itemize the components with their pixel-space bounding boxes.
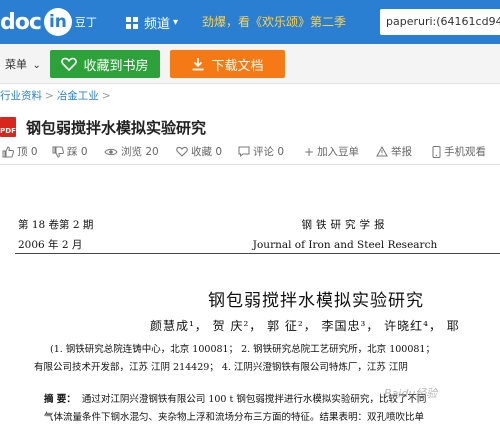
thumbs-up-count: 顶 0: [17, 146, 38, 158]
menu-button[interactable]: 菜单 ⌄: [5, 56, 41, 72]
add-to-library-button[interactable]: 收藏到书房: [50, 50, 160, 78]
breadcrumb: 行业资料 > 冶金工业 >: [0, 88, 114, 103]
menu-label: 菜单: [5, 58, 27, 71]
breadcrumb-separator: >: [101, 90, 111, 102]
logo-doc-text: doc: [0, 9, 42, 35]
top-nav-bar: doc in 豆丁 频道 ▾ 劲爆，看《欢乐颂》第二季 paperuri:(64…: [0, 0, 500, 44]
report-label: 举报: [391, 146, 412, 158]
download-button[interactable]: 下载文档: [170, 50, 285, 78]
collect-count: 收藏 0: [191, 146, 223, 158]
channels-label: 频道: [144, 17, 171, 32]
warning-icon: [376, 146, 388, 157]
logo-cn-text: 豆丁: [74, 16, 97, 29]
logo-in-badge: in: [43, 8, 72, 36]
journal-name-cn: 钢铁研究学报: [301, 219, 389, 231]
pdf-icon: PDF: [0, 117, 16, 137]
journal-name: 钢铁研究学报 Journal of Iron and Steel Researc…: [250, 215, 440, 255]
watermark: Baidu经验: [384, 387, 438, 400]
action-bar: 菜单 ⌄ 收藏到书房 下载文档: [0, 44, 500, 84]
promo-link[interactable]: 劲爆，看《欢乐颂》第二季: [202, 13, 346, 30]
chevron-down-icon: ⌄: [32, 60, 41, 71]
breadcrumb-industry[interactable]: 行业资料: [0, 90, 42, 102]
heart-icon: [176, 146, 188, 157]
mobile-view-action[interactable]: 手机观看: [432, 144, 486, 159]
document-title: 钢包弱搅拌水模拟实验研究: [26, 118, 207, 137]
journal-issue-info: 第 18 卷第 2 期 2006 年 2 月: [18, 215, 93, 255]
abstract-line: 摘 要： 通过对江阴兴澄钢铁有限公司 100 t 钢包弱搅拌进行水模拟实验研究，比…: [44, 391, 426, 405]
thumbs-up-action[interactable]: 顶 0: [2, 144, 38, 159]
download-label: 下载文档: [211, 58, 264, 74]
affiliation-line: (1. 钢铁研究总院连铸中心，北京 100081； 2. 钢铁研究总院工艺研究所…: [50, 344, 435, 355]
paper-authors: 颜慧成¹， 贺 庆²， 郭 征²， 李国忠³， 许晓红⁴， 耶: [150, 319, 460, 333]
abstract-text: 通过对江阴兴澄钢铁有限公司 100 t 钢包弱搅拌进行水模拟实验研究，比较了不同: [81, 394, 427, 405]
thumbs-down-count: 踩 0: [67, 146, 88, 158]
site-logo[interactable]: doc in 豆丁: [0, 6, 97, 38]
download-icon: [192, 58, 204, 71]
breadcrumb-metallurgy[interactable]: 冶金工业: [57, 90, 99, 102]
collect-action[interactable]: 收藏 0: [176, 144, 222, 159]
mobile-phone-icon: [432, 145, 441, 158]
views-stat: 浏览 20: [104, 144, 159, 159]
affiliation-line: 有限公司技术开发部，江苏 江阴 214429； 4. 江阴兴澄钢铁有限公司特炼厂…: [34, 362, 408, 373]
journal-name-en: Journal of Iron and Steel Research: [252, 239, 438, 251]
header-rule: [15, 253, 500, 254]
report-action[interactable]: 举报: [376, 144, 412, 159]
abstract-line: 气体流量条件下钢水混匀、夹杂物上浮和流场分布三方面的特征。结果表明：双孔喷吹比单: [44, 412, 425, 423]
journal-volume: 第 18 卷第 2 期: [18, 219, 94, 231]
thumbs-down-icon: [52, 146, 64, 158]
search-input[interactable]: paperuri:(64161cd94d1f7: [380, 9, 500, 35]
journal-date: 2006 年 2 月: [18, 239, 83, 251]
views-count: 浏览 20: [121, 146, 159, 158]
abstract-label: 摘 要：: [44, 394, 76, 405]
add-to-list-action[interactable]: + 加入豆单: [304, 144, 359, 159]
comment-action[interactable]: 评论 0: [238, 144, 284, 159]
grid-icon: [126, 16, 138, 29]
heart-icon: [61, 57, 78, 71]
thumbs-up-icon: [2, 145, 14, 157]
chevron-down-icon: ▾: [173, 17, 179, 28]
paper-title: 钢包弱搅拌水模拟实验研究: [208, 291, 424, 311]
breadcrumb-separator: >: [45, 90, 54, 102]
document-title-row: PDF 钢包弱搅拌水模拟实验研究: [0, 116, 206, 138]
mobile-view-label: 手机观看: [444, 146, 486, 158]
eye-icon: [104, 148, 118, 155]
add-to-list-label: 加入豆单: [317, 146, 360, 158]
plus-icon: +: [304, 144, 315, 159]
document-preview: 第 18 卷第 2 期 2006 年 2 月 钢铁研究学报 Journal of…: [0, 165, 500, 428]
document-stats-bar: 顶 0 踩 0 浏览 20 收藏 0 评论 0 + 加入豆单 举报 手机观看: [0, 140, 500, 162]
add-to-library-label: 收藏到书房: [83, 58, 149, 74]
thumbs-down-action[interactable]: 踩 0: [52, 144, 88, 159]
comment-icon: [238, 146, 250, 157]
comment-count: 评论 0: [253, 146, 285, 158]
channels-menu[interactable]: 频道 ▾: [126, 13, 178, 32]
